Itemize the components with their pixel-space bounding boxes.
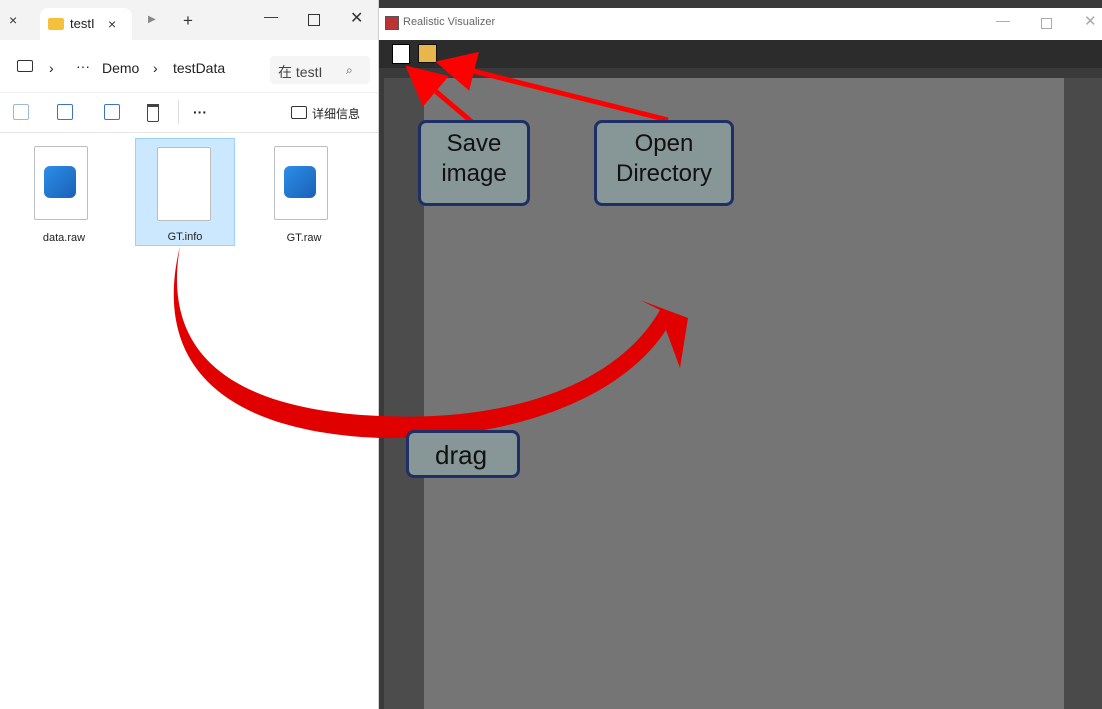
save-image-callout: Save image xyxy=(418,120,530,206)
save-arrow xyxy=(405,65,474,124)
drag-arrow xyxy=(173,246,688,439)
drag-callout: drag xyxy=(406,430,520,478)
annotation-overlay xyxy=(173,51,688,439)
open-arrow xyxy=(435,51,669,123)
open-directory-callout: Open Directory xyxy=(594,120,734,206)
